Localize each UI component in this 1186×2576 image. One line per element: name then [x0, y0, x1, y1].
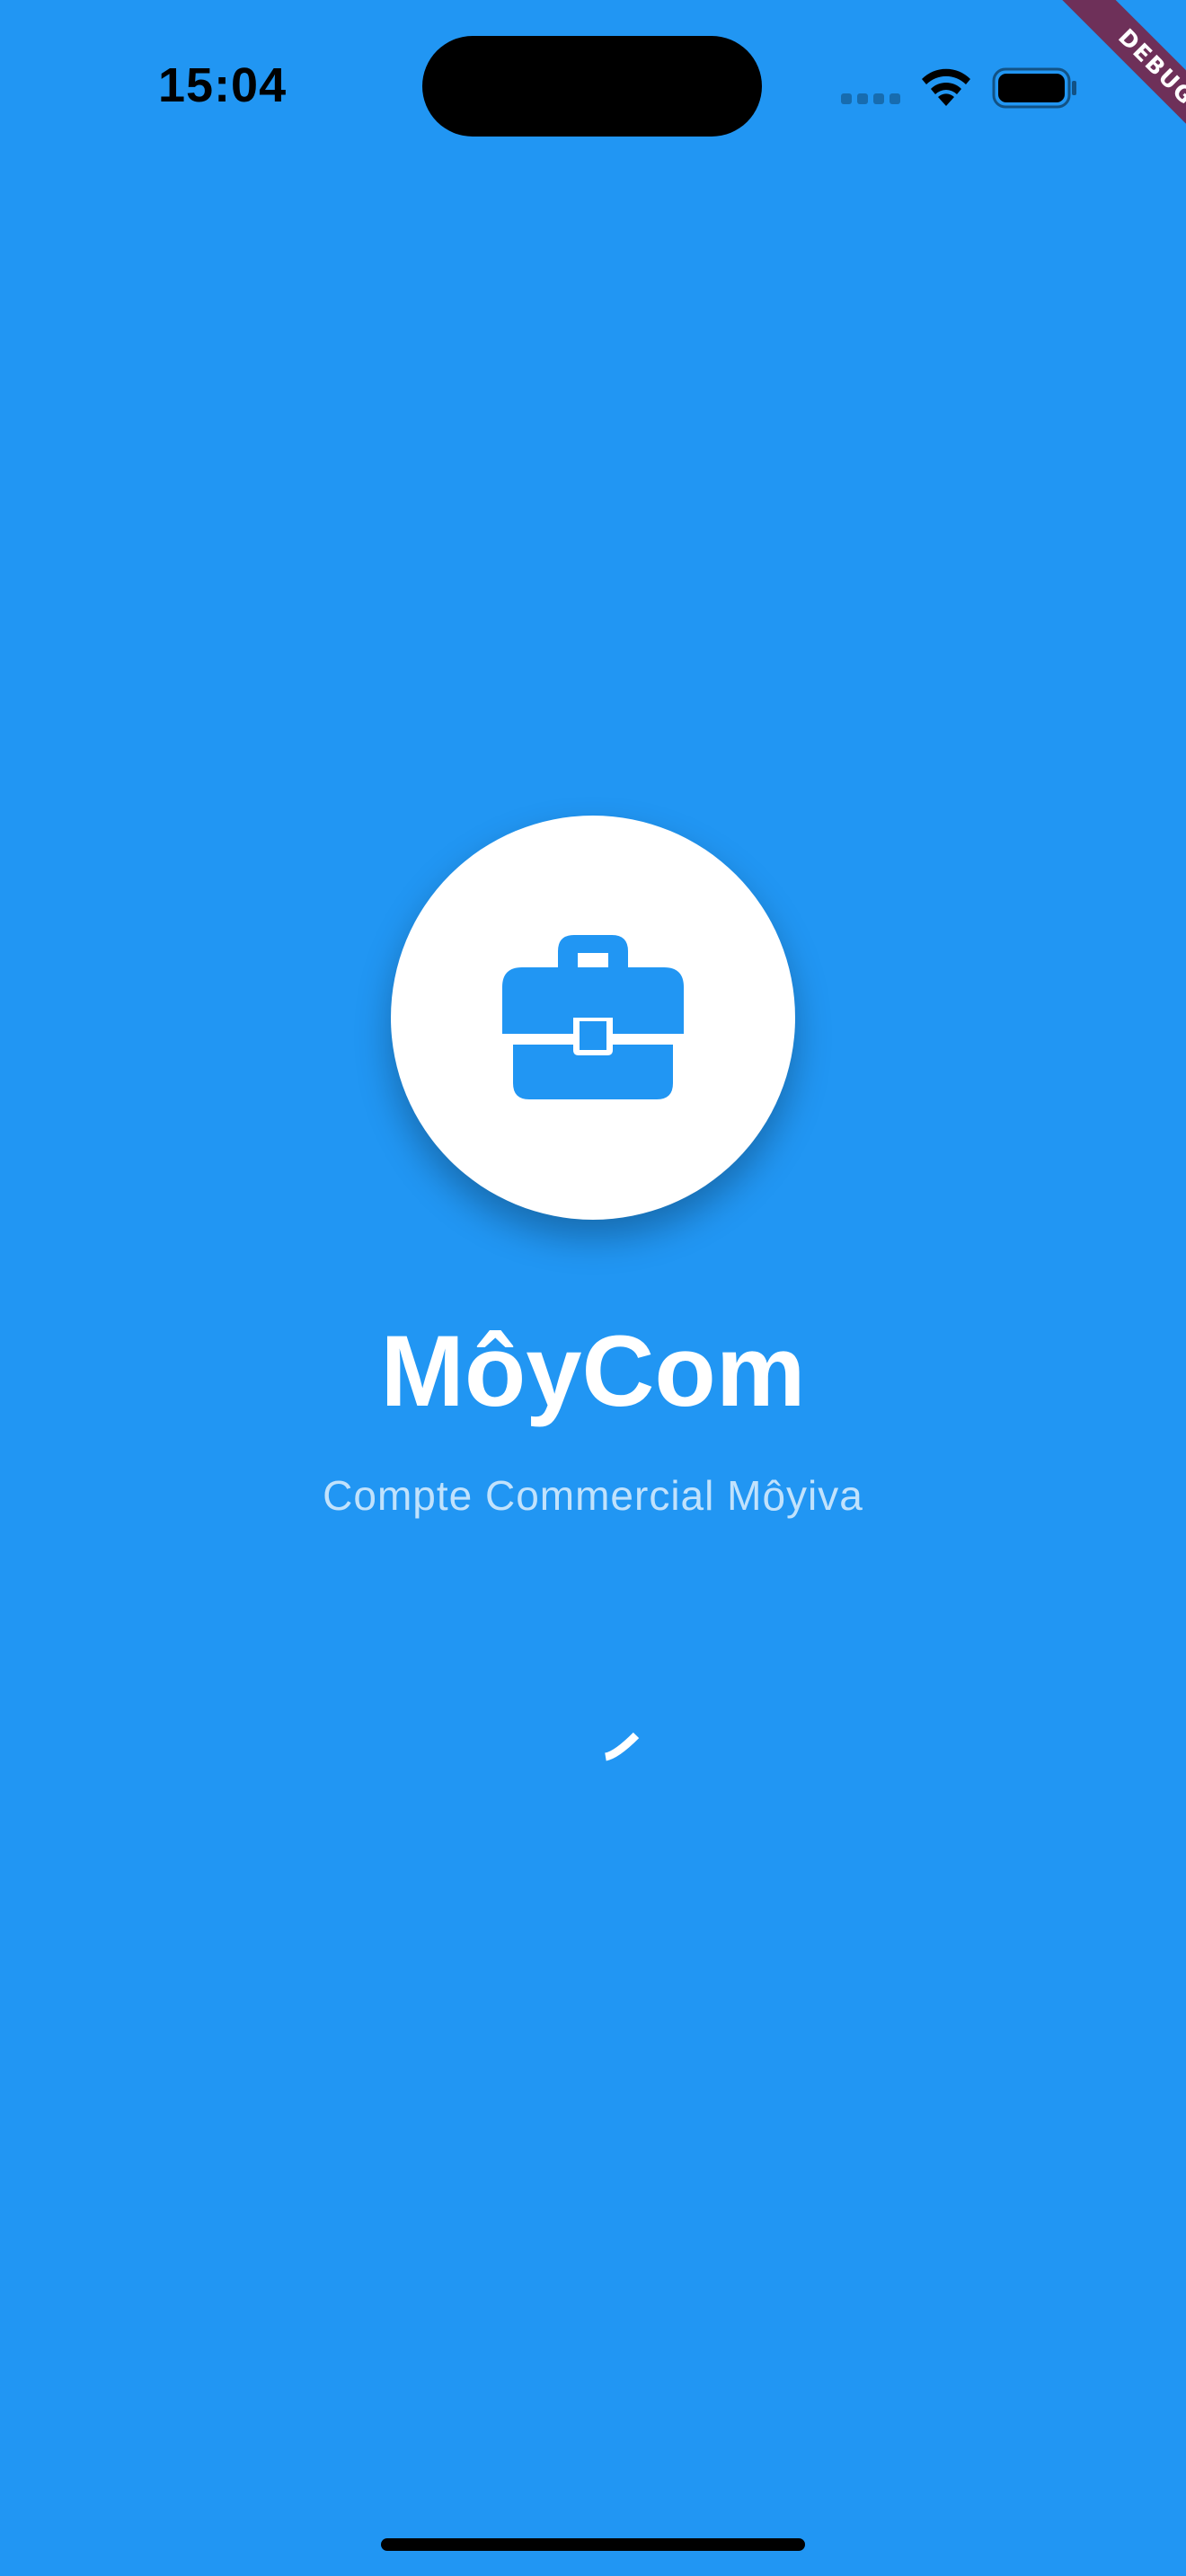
- briefcase-icon: [502, 935, 684, 1099]
- dynamic-island: [422, 36, 762, 137]
- app-tagline: Compte Commercial Môyiva: [323, 1472, 863, 1519]
- home-indicator[interactable]: [381, 2538, 805, 2551]
- wifi-icon: [922, 68, 970, 106]
- debug-banner: DEBUG: [997, 0, 1186, 189]
- app-title: MôyCom: [380, 1315, 806, 1427]
- loading-spinner: [604, 1732, 640, 1761]
- app-logo: [391, 816, 795, 1220]
- debug-banner-label: DEBUG: [1048, 0, 1186, 176]
- cellular-signal-icon: [841, 93, 902, 104]
- status-time: 15:04: [158, 58, 288, 112]
